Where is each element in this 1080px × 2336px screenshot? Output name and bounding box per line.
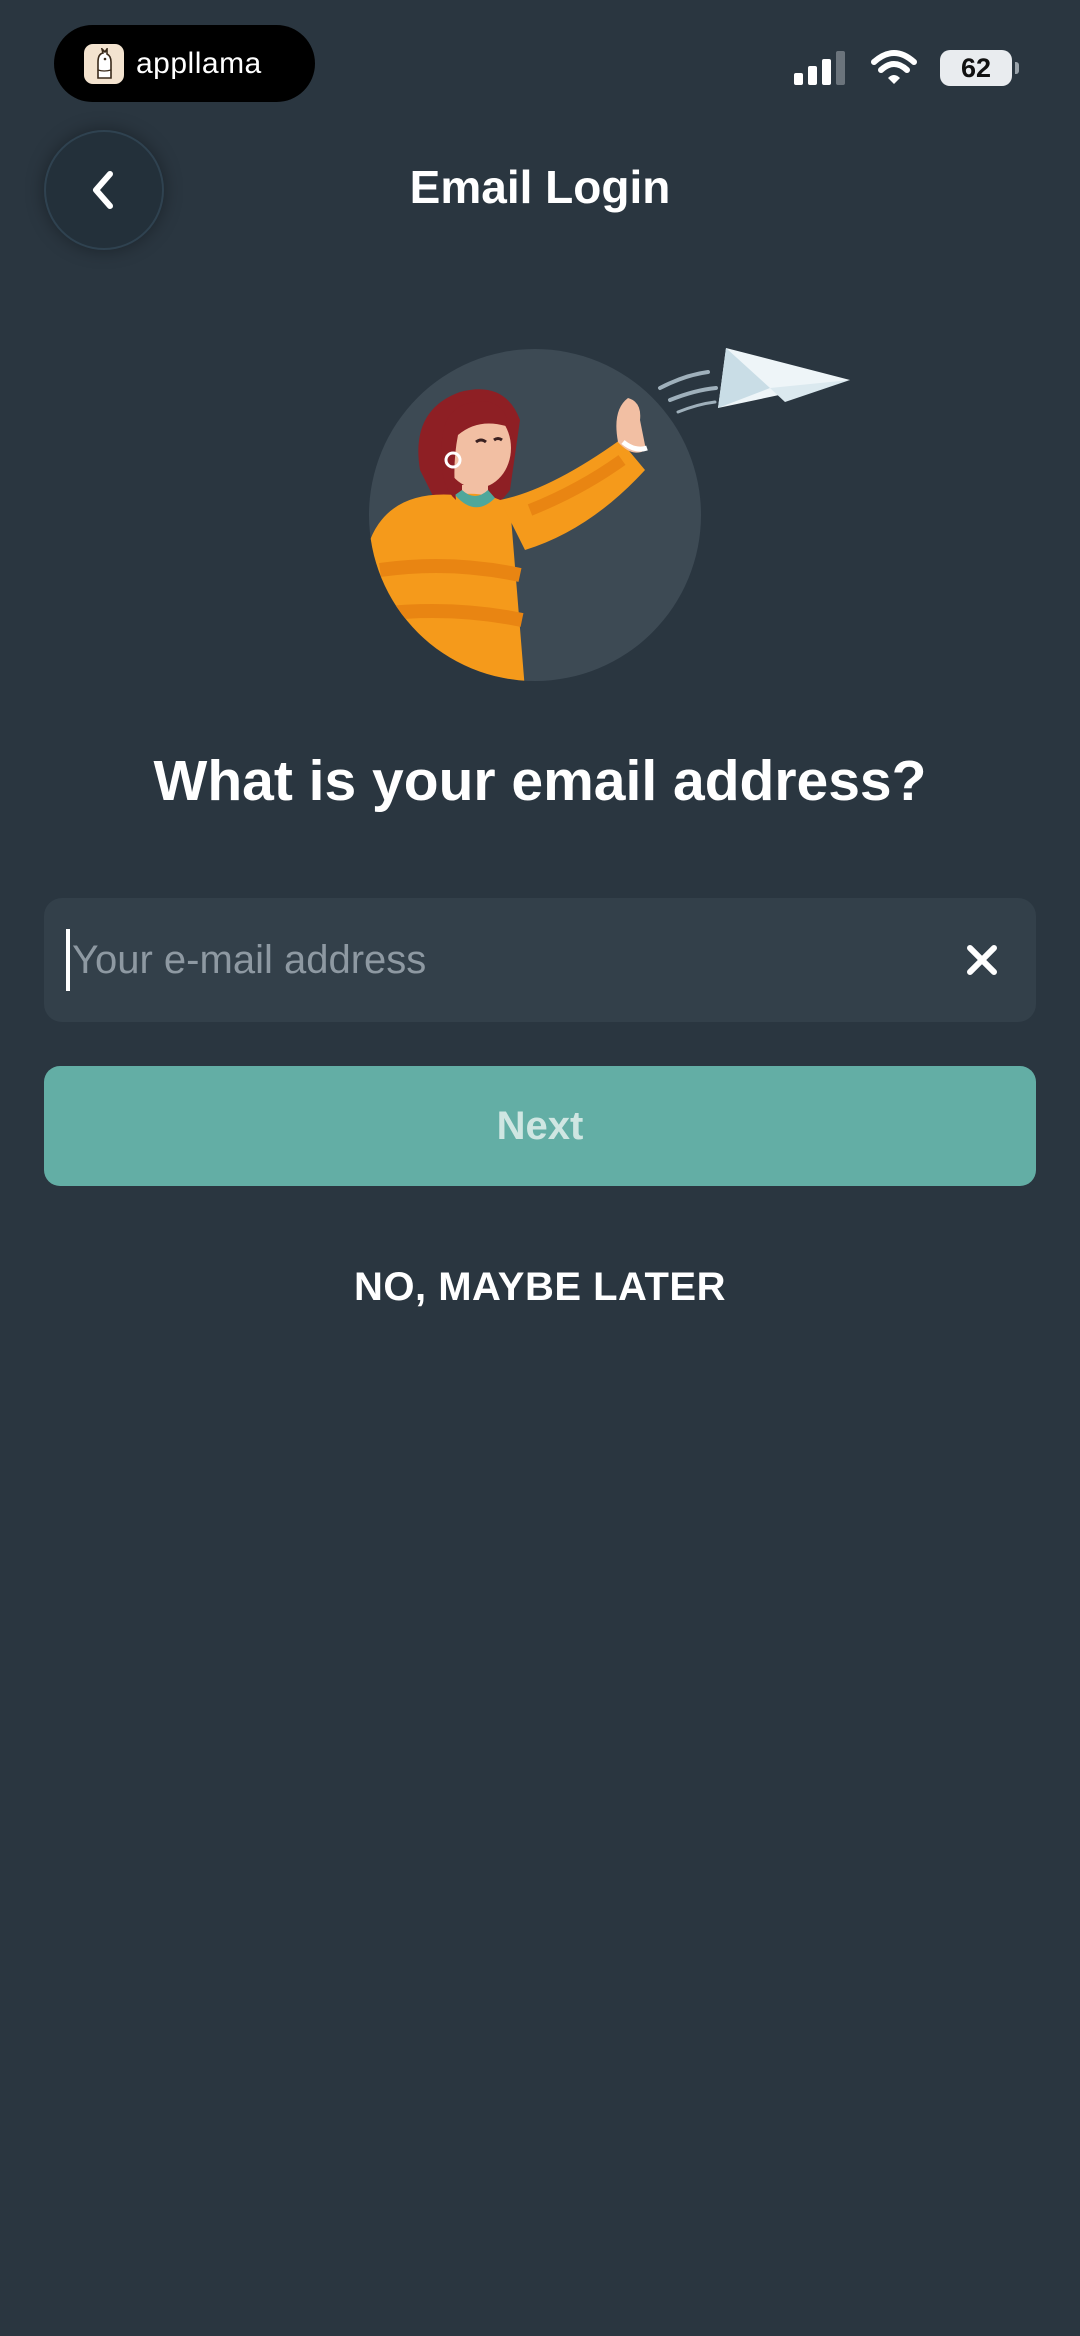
maybe-later-link[interactable]: NO, MAYBE LATER [0, 1265, 1080, 1310]
battery-icon: 62 [940, 50, 1019, 86]
llama-logo-icon [84, 43, 124, 84]
email-login-screen: appllama 62 Email Login What is your ema… [0, 0, 1080, 2336]
dynamic-island: appllama [54, 25, 315, 102]
email-input[interactable] [72, 937, 958, 983]
close-icon [967, 945, 997, 975]
cellular-signal-icon [794, 51, 845, 85]
next-button[interactable]: Next [44, 1066, 1036, 1186]
email-field[interactable] [44, 898, 1036, 1022]
page-title: Email Login [409, 161, 671, 213]
email-question-heading: What is your email address? [153, 749, 927, 813]
status-icons: 62 [794, 48, 1019, 88]
wifi-icon [871, 50, 917, 84]
clear-button[interactable] [958, 936, 1006, 984]
paper-plane-illustration [369, 348, 850, 681]
text-cursor [66, 929, 70, 991]
app-name: appllama [136, 46, 262, 80]
